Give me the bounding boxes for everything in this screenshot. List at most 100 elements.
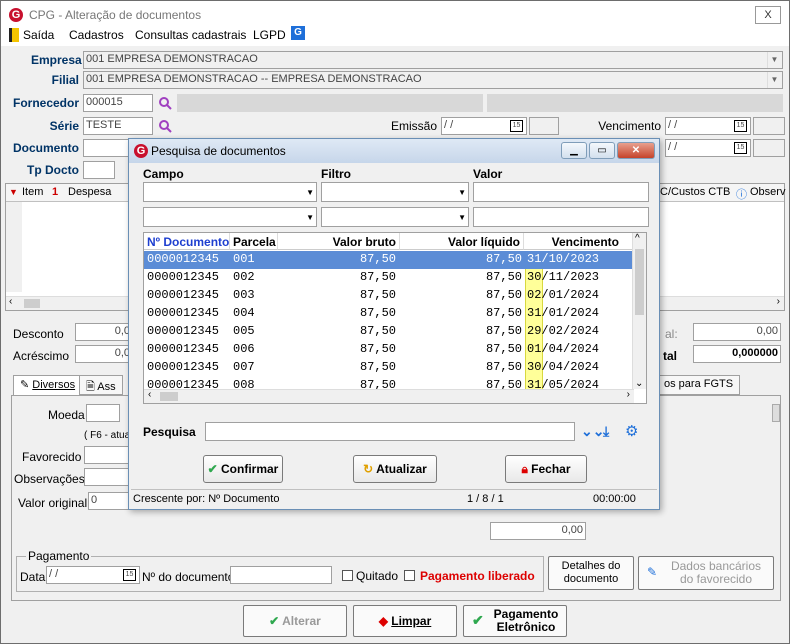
menu-consultas[interactable]: Consultas cadastrais [135,28,246,42]
scroll-down-icon[interactable]: ⌄ [635,378,643,389]
tab-diversos[interactable]: ✎ Diversos [13,375,83,395]
observacoes-input[interactable] [84,468,132,486]
date-input-2[interactable]: / / 15 [665,139,751,157]
table-row[interactable]: 0000012345 002 87,50 87,50 30/11/2023 [144,269,634,287]
gear-icon[interactable]: ⚙ [625,422,638,440]
scroll-right-icon[interactable]: › [777,296,780,307]
desconto-label: Desconto [13,327,64,341]
valor-original-input[interactable]: 0 [88,492,132,510]
grid-col-observ[interactable]: Observ [750,186,785,198]
col-valor-liquido[interactable]: Valor líquido [400,233,524,250]
results-vertical-scrollbar[interactable]: ^ ⌄ [632,233,646,389]
documento-input[interactable] [83,139,131,157]
alterar-button[interactable]: ✔ Alterar [243,605,347,637]
desconto-input[interactable]: 0,0 [75,323,133,341]
vencimento-label: Vencimento [598,119,661,133]
acrescimo-input[interactable]: 0,0 [75,345,133,363]
emissao-input[interactable]: / / 15 [441,117,527,135]
tpdocto-label: Tp Docto [27,163,79,177]
empresa-select[interactable]: 001 EMPRESA DEMONSTRACAO ▼ [83,51,783,69]
col-valor-bruto[interactable]: Valor bruto [278,233,400,250]
expand-down-icon[interactable]: ⌄⌄ [581,423,604,440]
tab-ass[interactable]: 🗎 Ass [79,375,123,395]
empresa-value: 001 EMPRESA DEMONSTRACAO [86,53,258,65]
filtro-select-2[interactable]: ▼ [321,207,469,227]
search-icon[interactable] [158,119,172,133]
edit-icon: ✎ [20,379,33,391]
fornecedor-input[interactable]: 000015 [83,94,153,112]
maximize-button[interactable]: ▭ [589,142,615,159]
data-input[interactable]: / / 15 [46,566,140,584]
grid-col-despesa[interactable]: Despesa [68,186,111,198]
vencimento-input[interactable]: / / 15 [665,117,751,135]
help-icon[interactable]: G [291,26,305,40]
campo-select-1[interactable]: ▼ [143,182,317,202]
dados-bancarios-button[interactable]: ✎ Dados bancários do favorecido [638,556,774,590]
chevron-down-icon: ▼ [306,188,314,197]
sort-down-icon[interactable]: ▼ [9,187,18,197]
tab-fgts[interactable]: os para FGTS [657,375,741,395]
limpar-button[interactable]: ◆ Limpar [353,605,457,637]
ndoc-input[interactable] [230,566,332,584]
scroll-right-icon[interactable]: › [627,389,630,400]
table-cell: 87,50 [359,360,396,374]
grid-col-ccustos[interactable]: C/Custos CTB [660,186,730,198]
fechar-label: Fechar [531,462,571,476]
serie-input[interactable]: TESTE [83,117,153,135]
minimize-button[interactable]: ▁ [561,142,587,159]
grid-col-item[interactable]: Item [22,186,43,198]
table-row[interactable]: 0000012345 005 87,50 87,50 29/02/2024 [144,323,634,341]
close-button[interactable]: X [755,6,781,24]
table-row[interactable]: 0000012345 004 87,50 87,50 31/01/2024 [144,305,634,323]
col-ndocumento[interactable]: Nº Documento [144,233,230,250]
table-row[interactable]: 0000012345 003 87,50 87,50 02/01/2024 [144,287,634,305]
col-vencimento[interactable]: Vencimento [524,233,634,250]
fechar-button[interactable]: 🔒︎ Fechar [505,455,587,483]
campo-select-2[interactable]: ▼ [143,207,317,227]
scroll-thumb[interactable] [160,392,178,401]
jump-end-icon[interactable]: ⤓ [603,423,609,440]
detalhes-line2: documento [563,573,619,585]
menu-lgpd[interactable]: LGPD [253,28,286,42]
quitado-checkbox[interactable] [342,570,353,581]
table-cell: 87,50 [485,324,522,338]
dialog-close-button[interactable]: ✕ [617,142,655,159]
col-parcela[interactable]: Parcela [230,233,278,250]
moeda-input[interactable] [86,404,120,422]
valor-input-1[interactable] [473,182,649,202]
atualizar-button[interactable]: ↻ Atualizar [353,455,437,483]
calendar-icon[interactable]: 15 [734,120,747,132]
scroll-left-icon[interactable]: ‹ [9,296,12,307]
results-table[interactable]: Nº Documento Parcela Valor bruto Valor l… [143,232,647,404]
right-edge-field [772,404,780,422]
scroll-up-icon[interactable]: ^ [635,233,640,244]
pencil-icon: ✎ [647,565,658,579]
table-row[interactable]: 0000012345 006 87,50 87,50 01/04/2024 [144,341,634,359]
filial-select[interactable]: 001 EMPRESA DEMONSTRACAO -- EMPRESA DEMO… [83,71,783,89]
pesquisa-input[interactable] [205,422,575,441]
scroll-left-icon[interactable]: ‹ [148,389,151,400]
calendar-icon[interactable]: 15 [123,569,136,581]
chevron-down-icon: ▼ [458,188,466,197]
tpdocto-input[interactable] [83,161,115,179]
pagamento-eletronico-button[interactable]: ✔ Pagamento Eletrônico [463,605,567,637]
tab-ass-label: Ass [97,381,116,393]
table-row[interactable]: 0000012345 007 87,50 87,50 30/04/2024 [144,359,634,377]
results-horizontal-scrollbar[interactable]: ‹ › [144,389,634,403]
menu-saida[interactable]: Saída [23,28,54,42]
filtro-select-1[interactable]: ▼ [321,182,469,202]
filial-value: 001 EMPRESA DEMONSTRACAO -- EMPRESA DEMO… [86,73,422,85]
scroll-thumb[interactable] [635,249,644,315]
confirmar-button[interactable]: ✔ Confirmar [203,455,283,483]
menu-cadastros[interactable]: Cadastros [69,28,124,42]
calendar-icon[interactable]: 15 [734,142,747,154]
liberado-checkbox[interactable] [404,570,415,581]
scroll-thumb[interactable] [24,299,40,308]
search-icon[interactable] [158,96,172,110]
detalhes-button[interactable]: Detalhes do documento [548,556,634,590]
calendar-icon[interactable]: 15 [510,120,523,132]
valor-input-2[interactable] [473,207,649,227]
moeda-label: Moeda [48,408,85,422]
table-row[interactable]: 0000012345 001 87,50 87,50 31/10/2023 [144,251,634,269]
favorecido-input[interactable] [84,446,132,464]
